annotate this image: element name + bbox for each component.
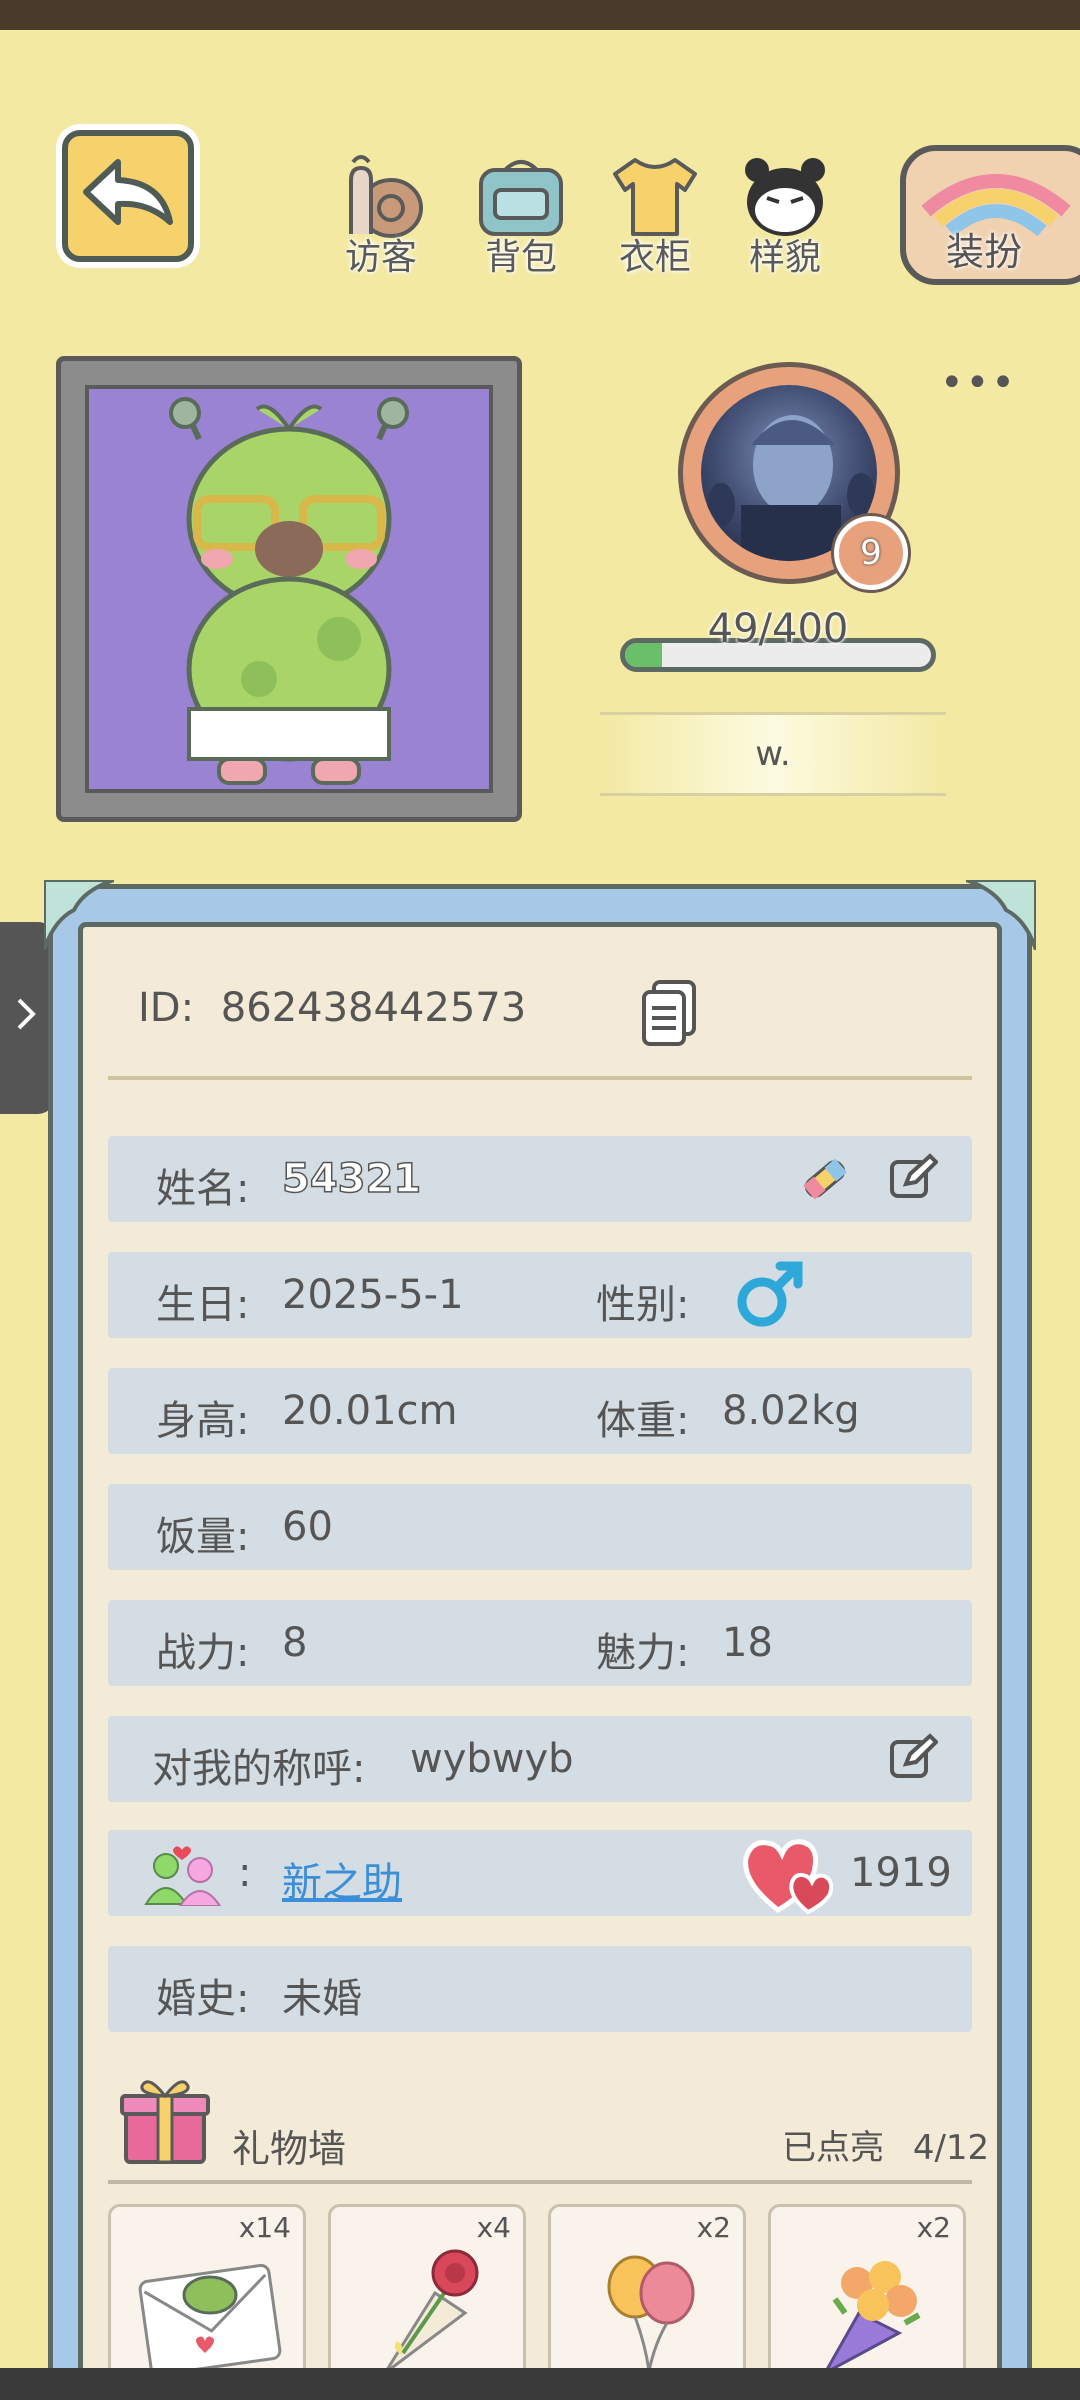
gift-quantity: x4 — [476, 2211, 511, 2244]
id-row: ID: 862438442573 — [138, 985, 526, 1031]
edit-icon — [888, 1733, 939, 1792]
appetite-row: 饭量: 60 — [108, 1484, 972, 1570]
charm-value: 18 — [722, 1620, 773, 1666]
nav-appearance-label: 样貌 — [748, 237, 821, 278]
back-arrow-icon — [78, 154, 178, 238]
back-button[interactable] — [62, 130, 194, 262]
name-row: 姓名: 54321 — [108, 1136, 972, 1222]
spouse-separator: : — [238, 1850, 252, 1896]
callme-label: 对我的称呼: — [152, 1746, 366, 1792]
edit-name-button[interactable] — [888, 1152, 939, 1212]
divider — [108, 1076, 972, 1080]
spouse-row: : 新之助 1919 — [108, 1830, 972, 1916]
backpack-icon — [466, 150, 576, 240]
marriage-value: 未婚 — [282, 1976, 362, 2022]
affection-value: 1919 — [850, 1850, 952, 1896]
nav-wardrobe[interactable]: 衣柜 — [600, 150, 710, 280]
nav-visitors-label: 访客 — [344, 237, 417, 278]
snail-icon — [326, 150, 436, 240]
more-options-icon[interactable]: ••• — [940, 360, 1017, 406]
weight-label: 体重: — [596, 1398, 690, 1444]
nav-wardrobe-label: 衣柜 — [618, 237, 691, 278]
id-value: 862438442573 — [220, 985, 527, 1031]
edit-callme-button[interactable] — [888, 1732, 939, 1792]
side-drawer-toggle[interactable] — [0, 922, 54, 1114]
chevron-right-icon — [15, 996, 39, 1041]
birthday-value: 2025-5-1 — [282, 1272, 464, 1318]
status-bar — [0, 0, 1080, 30]
callme-row: 对我的称呼: wybwyb — [108, 1716, 972, 1802]
weight-value: 8.02kg — [722, 1388, 860, 1434]
birthday-label: 生日: — [156, 1282, 250, 1328]
nav-visitors[interactable]: 访客 — [326, 150, 436, 280]
charm-label: 魅力: — [596, 1630, 690, 1676]
gift-lit-label: 已点亮 — [782, 2128, 884, 2168]
gift-quantity: x2 — [696, 2211, 731, 2244]
navigation-bar — [0, 2368, 1080, 2400]
edit-icon — [888, 1153, 939, 1212]
appetite-value: 60 — [282, 1504, 333, 1550]
name-label: 姓名: — [156, 1166, 250, 1212]
gift-quantity: x14 — [238, 2211, 291, 2244]
corner-ornament-icon — [966, 880, 1036, 950]
panda-icon — [730, 150, 840, 240]
gift-wall-title: 礼物墙 — [232, 2127, 347, 2171]
birthday-gender-row: 生日: 2025-5-1 性别: — [108, 1252, 972, 1338]
copy-id-button[interactable] — [640, 978, 700, 1052]
power-value: 8 — [282, 1620, 308, 1666]
gift-lit-count: 已点亮 4/12 — [782, 2120, 989, 2169]
dress-up-label: 装扮 — [946, 230, 1023, 274]
name-value: 54321 — [281, 1155, 422, 1203]
gender-label: 性别: — [596, 1282, 690, 1328]
balloons-icon — [607, 2255, 695, 2372]
nickname-display: w. — [600, 712, 946, 796]
marriage-label: 婚史: — [156, 1976, 250, 2022]
rose-bouquet-icon — [383, 2249, 479, 2375]
pet-portrait[interactable] — [85, 385, 493, 793]
gift-box-icon — [120, 2074, 210, 2172]
capybara-character-icon — [169, 397, 409, 785]
nav-backpack[interactable]: 背包 — [466, 150, 576, 280]
dress-up-button[interactable]: 装扮 — [900, 145, 1080, 285]
tshirt-icon — [600, 150, 710, 240]
callme-value: wybwyb — [410, 1736, 574, 1782]
height-label: 身高: — [156, 1398, 250, 1444]
power-label: 战力: — [156, 1630, 250, 1676]
corner-ornament-icon — [44, 880, 114, 950]
level-badge: 9 — [834, 516, 908, 590]
frog-letter-icon — [138, 2263, 282, 2377]
flower-bouquet-icon — [821, 2261, 921, 2377]
xp-text: 49/400 — [707, 606, 849, 652]
gift-lit-value: 4/12 — [912, 2128, 990, 2168]
height-weight-row: 身高: 20.01cm 体重: 8.02kg — [108, 1368, 972, 1454]
divider — [108, 2180, 972, 2184]
id-label: ID: — [138, 985, 195, 1031]
gift-quantity: x2 — [916, 2211, 951, 2244]
copy-icon — [640, 980, 700, 1052]
heart-icon — [738, 1832, 838, 1926]
spouse-name-link[interactable]: 新之助 — [282, 1850, 402, 1908]
eraser-rainbow-icon — [800, 1158, 850, 1214]
male-icon — [730, 1258, 806, 1344]
height-value: 20.01cm — [282, 1388, 458, 1434]
name-style-button[interactable] — [800, 1154, 850, 1214]
appetite-label: 饭量: — [156, 1514, 250, 1560]
nav-appearance[interactable]: 样貌 — [730, 150, 840, 280]
power-charm-row: 战力: 8 魅力: 18 — [108, 1600, 972, 1686]
nav-backpack-label: 背包 — [484, 237, 557, 278]
pet-portrait-frame — [56, 356, 522, 822]
marriage-row: 婚史: 未婚 — [108, 1946, 972, 2032]
couple-icon — [142, 1842, 226, 1916]
